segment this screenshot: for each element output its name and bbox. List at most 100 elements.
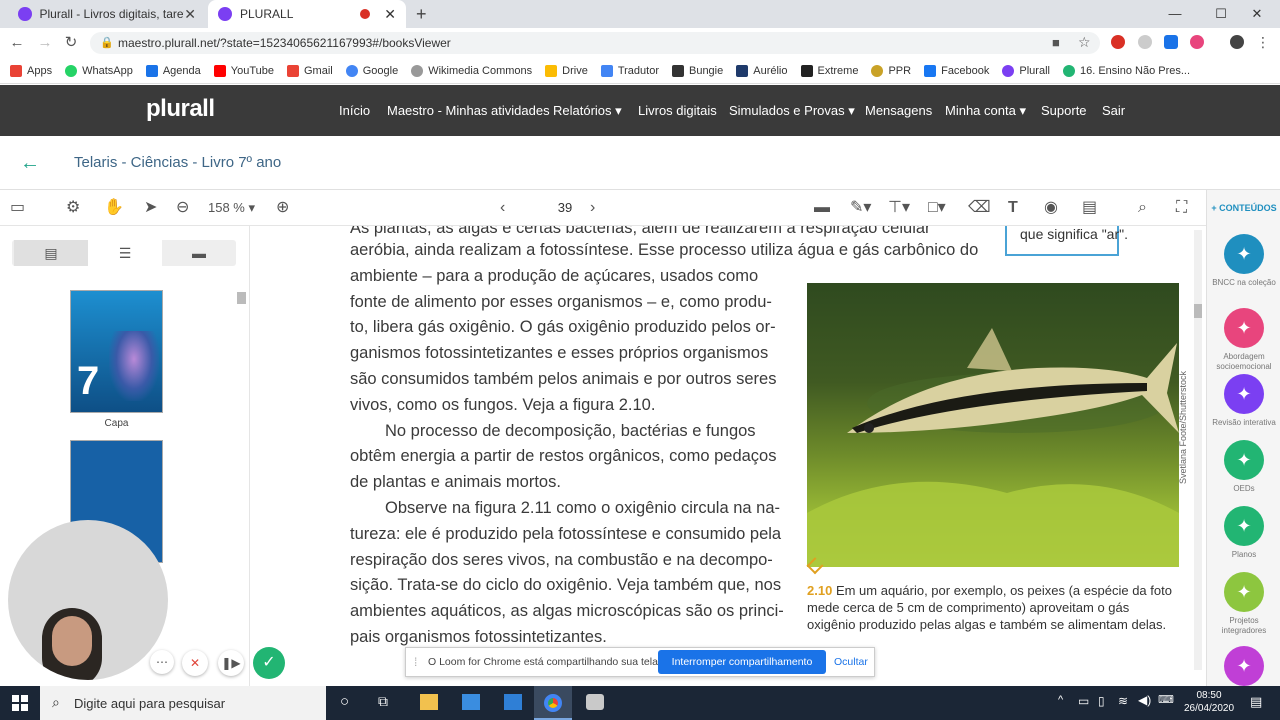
bookmark-drive[interactable]: Drive <box>545 64 588 77</box>
hand-icon[interactable]: ✋ <box>104 199 124 217</box>
browser-tab[interactable]: Plurall - Livros digitais, tarefas, tu ✕ <box>8 0 206 28</box>
webcam-bubble[interactable] <box>8 520 168 680</box>
comment-icon[interactable]: ▬ <box>814 199 830 217</box>
contents-header[interactable]: + CONTEÚDOS <box>1207 203 1280 213</box>
wifi-icon[interactable]: ≋ <box>1118 694 1128 708</box>
tab-annotations[interactable]: ▬ <box>162 240 236 266</box>
menu-suporte[interactable]: Suporte <box>1041 103 1087 118</box>
chrome-taskbar-button[interactable] <box>534 686 572 720</box>
tab-outline[interactable]: ☰ <box>88 240 162 266</box>
extension-icon[interactable] <box>1164 35 1178 49</box>
pointer-icon[interactable]: ➤ <box>144 199 157 217</box>
profile-icon[interactable] <box>1230 35 1244 49</box>
text-box-icon[interactable]: ⊤▾ <box>888 199 910 217</box>
bookmark-bungie[interactable]: Bungie <box>671 64 723 77</box>
reload-icon[interactable]: ↻ <box>62 34 80 52</box>
rail-item[interactable]: ✦ Abordagem socioemocional <box>1207 308 1280 372</box>
bookmark-apps[interactable]: Apps <box>10 64 52 77</box>
zoom-select[interactable]: 158 % ▾ <box>208 199 255 217</box>
bookmark-aurelio[interactable]: Aurélio <box>736 64 788 77</box>
extension-icon[interactable] <box>1190 35 1204 49</box>
bookmark-google[interactable]: Google <box>345 64 398 77</box>
bookmark-tradutor[interactable]: Tradutor <box>600 64 659 77</box>
cover-thumbnail[interactable]: 7 <box>70 290 163 413</box>
text-tool-icon[interactable]: T <box>1008 199 1018 217</box>
cortana-icon[interactable]: ○ <box>340 693 349 710</box>
tray-chevron-icon[interactable]: ^ <box>1058 694 1063 706</box>
rail-item[interactable]: ✦ BNCC na coleção <box>1207 234 1280 288</box>
bookmark-whatsapp[interactable]: WhatsApp <box>65 64 133 77</box>
window-close-icon[interactable]: ✕ <box>1234 0 1280 28</box>
battery-icon[interactable]: ▯ <box>1098 694 1105 708</box>
notifications-icon[interactable]: ▤ <box>1250 694 1262 710</box>
pause-icon[interactable]: ❚▶ <box>218 650 244 676</box>
fullscreen-icon[interactable]: ⛶ <box>1176 199 1187 217</box>
file-explorer-icon[interactable] <box>420 694 438 710</box>
bookmark-wikimedia[interactable]: Wikimedia Commons <box>411 64 532 77</box>
back-icon[interactable]: ← <box>8 34 26 52</box>
extension-icon[interactable] <box>1138 35 1152 49</box>
new-tab-icon[interactable]: + <box>416 4 427 25</box>
drag-handle-icon[interactable]: ⁞ <box>414 655 417 669</box>
close-icon[interactable]: ✕ <box>384 6 396 23</box>
rail-item[interactable]: ✦ OEDs <box>1207 440 1280 494</box>
volume-icon[interactable]: ◀) <box>1138 693 1151 707</box>
bookmark-plurall[interactable]: Plurall <box>1002 64 1050 77</box>
menu-relatorios[interactable]: Relatórios ▾ <box>553 103 622 119</box>
camera-icon[interactable]: ■ <box>1052 35 1060 50</box>
url-field[interactable]: 🔒 maestro.plurall.net/?state=15234065621… <box>90 32 1100 54</box>
bookmark-youtube[interactable]: YouTube <box>213 64 274 77</box>
network-icon[interactable]: ▭ <box>1078 694 1089 708</box>
plurall-logo[interactable]: plurall <box>146 95 215 123</box>
rail-item[interactable]: ✦ Revisão interativa <box>1207 374 1280 428</box>
extension-icon[interactable] <box>1111 35 1125 49</box>
bookmark-agenda[interactable]: Agenda <box>145 64 201 77</box>
close-icon[interactable]: ✕ <box>184 6 196 23</box>
menu-inicio[interactable]: Início <box>339 103 370 118</box>
task-view-icon[interactable]: ⧉ <box>378 693 388 710</box>
hide-button[interactable]: Ocultar <box>834 656 868 668</box>
rail-item[interactable]: ✦ Projetos integradores <box>1207 572 1280 636</box>
search-icon[interactable]: ⌕ <box>1138 199 1147 217</box>
menu-simulados[interactable]: Simulados e Provas ▾ <box>729 103 855 119</box>
menu-dots-icon[interactable]: ⋮ <box>1256 34 1270 51</box>
back-arrow-icon[interactable]: ← <box>20 152 40 175</box>
scrollbar-thumb[interactable] <box>237 292 246 304</box>
gear-icon[interactable]: ⚙ <box>66 199 80 217</box>
eye-icon[interactable]: ◉ <box>1044 199 1058 217</box>
tab-thumbnails[interactable]: ▤ <box>14 240 88 266</box>
zoom-in-icon[interactable]: ⊕ <box>276 199 289 217</box>
notes-icon[interactable]: ▤ <box>1082 199 1097 217</box>
clock[interactable]: 08:50 26/04/2020 <box>1184 689 1234 715</box>
rail-item[interactable]: ✦ Planos <box>1207 506 1280 560</box>
store-icon[interactable] <box>462 694 480 710</box>
browser-tab-active[interactable]: PLURALL ✕ <box>208 0 406 28</box>
bookmark-ensino[interactable]: 16. Ensino Não Pres... <box>1062 64 1190 77</box>
mail-icon[interactable] <box>504 694 522 710</box>
forward-icon[interactable]: → <box>36 34 54 52</box>
windows-start-icon[interactable] <box>12 695 28 711</box>
page-number-input[interactable]: 39 <box>524 196 606 220</box>
rail-item[interactable]: ✦ <box>1207 646 1280 690</box>
taskbar-search[interactable]: ⌕ Digite aqui para pesquisar <box>40 686 326 720</box>
star-icon[interactable]: ☆ <box>1078 34 1091 51</box>
finish-recording-icon[interactable]: ✓ <box>253 647 285 679</box>
keyboard-lang-icon[interactable]: ⌨ <box>1158 693 1174 706</box>
shape-icon[interactable]: □▾ <box>928 199 946 217</box>
bookmark-ppr[interactable]: PPR <box>871 64 911 77</box>
sidebar-toggle-icon[interactable]: ▭ <box>10 199 25 217</box>
cancel-recording-icon[interactable]: ✕ <box>182 650 208 676</box>
minimize-icon[interactable]: — <box>1152 0 1198 28</box>
menu-sair[interactable]: Sair <box>1102 103 1125 118</box>
eraser-icon[interactable]: ⌫ <box>968 199 991 217</box>
menu-minha-conta[interactable]: Minha conta ▾ <box>945 103 1026 119</box>
menu-livros[interactable]: Livros digitais <box>638 103 717 118</box>
pen-icon[interactable]: ✎▾ <box>850 199 871 217</box>
bookmark-gmail[interactable]: Gmail <box>287 64 333 77</box>
menu-maestro[interactable]: Maestro - Minhas atividades <box>387 103 550 118</box>
prev-page-icon[interactable]: ‹ <box>500 199 505 217</box>
zoom-out-icon[interactable]: ⊖ <box>176 199 189 217</box>
menu-mensagens[interactable]: Mensagens <box>865 103 932 118</box>
page-scrollbar[interactable] <box>1194 230 1202 670</box>
more-icon[interactable]: ⋯ <box>150 650 174 674</box>
